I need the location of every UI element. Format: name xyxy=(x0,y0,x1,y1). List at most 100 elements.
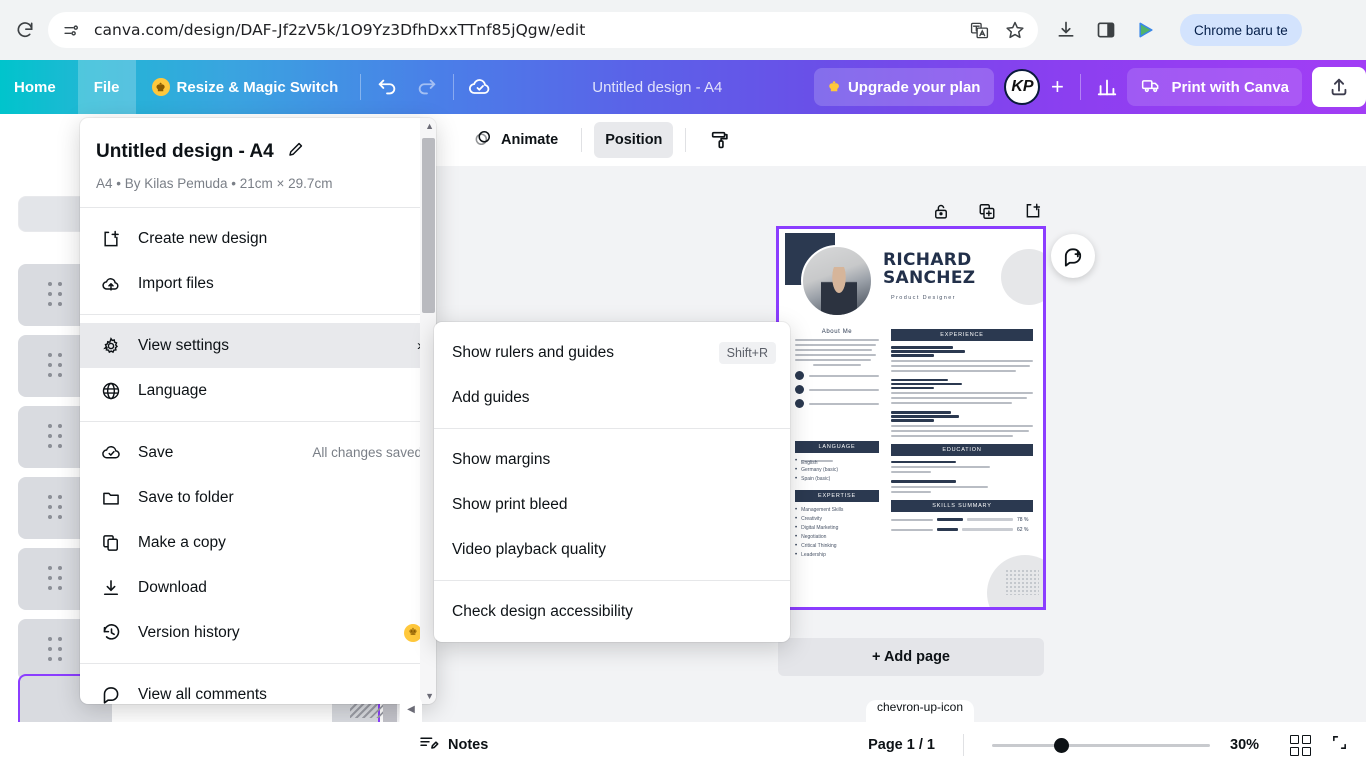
add-page-button[interactable]: + Add page xyxy=(778,638,1044,676)
menu-item-show-print-bleed[interactable]: Show print bleed xyxy=(434,482,790,527)
zoom-knob[interactable] xyxy=(1054,737,1069,753)
resume-contact-address xyxy=(795,399,879,408)
design-title[interactable]: Untitled design - A4 xyxy=(96,141,274,163)
expertise-item: Management Skills xyxy=(795,507,879,513)
add-collaborator-icon[interactable]: + xyxy=(1040,70,1074,104)
menu-item-video-playback-quality[interactable]: Video playback quality xyxy=(434,527,790,572)
print-label: Print with Canva xyxy=(1171,78,1290,96)
design-page[interactable]: RICHARD SANCHEZ Product Designer About M… xyxy=(776,226,1046,610)
print-with-canva-button[interactable]: Print with Canva xyxy=(1127,68,1303,106)
reload-icon[interactable] xyxy=(8,13,42,47)
scroll-down-icon[interactable]: ▼ xyxy=(425,691,434,701)
menu-item-view-settings[interactable]: View settings › xyxy=(80,323,436,368)
url-text: canva.com/design/DAF-Jf2zV5k/1O9Yz3DfhDx… xyxy=(94,21,586,39)
drag-handle-icon[interactable] xyxy=(48,637,64,663)
zoom-slider[interactable] xyxy=(992,737,1210,753)
submenu-label: Check design accessibility xyxy=(452,602,633,620)
position-button[interactable]: Position xyxy=(594,122,674,158)
submenu-label: Show rulers and guides xyxy=(452,343,614,361)
add-comment-icon[interactable] xyxy=(1051,234,1095,278)
menu-item-language[interactable]: Language xyxy=(80,368,436,413)
resume-contact-phone xyxy=(795,371,879,380)
menu-item-make-a-copy[interactable]: Make a copy xyxy=(80,520,436,565)
expand-notes-button[interactable]: chevron-up-icon xyxy=(866,700,974,722)
menu-item-save-to-folder[interactable]: Save to folder xyxy=(80,475,436,520)
copy-icon xyxy=(100,532,122,554)
resume-about-block[interactable]: About Me xyxy=(795,329,879,408)
drag-handle-icon[interactable] xyxy=(48,566,64,592)
menu-item-download[interactable]: Download xyxy=(80,565,436,610)
gear-icon xyxy=(100,335,122,357)
notes-button[interactable]: Notes xyxy=(418,733,488,758)
redo-icon[interactable] xyxy=(407,67,447,107)
drag-handle-icon[interactable] xyxy=(48,495,64,521)
menu-item-show-rulers-and-guides[interactable]: Show rulers and guides Shift+R xyxy=(434,330,790,375)
cloud-sync-icon[interactable] xyxy=(460,67,500,107)
resume-role[interactable]: Product Designer xyxy=(891,295,956,301)
file-menu-group-create: Create new design Import files xyxy=(80,208,436,314)
menu-item-check-design-accessibility[interactable]: Check design accessibility xyxy=(434,589,790,634)
menu-label: Language xyxy=(138,381,207,399)
document-title-top[interactable]: Untitled design - A4 xyxy=(592,79,722,96)
page-counter: Page 1 / 1 xyxy=(868,737,935,753)
menu-item-version-history[interactable]: Version history ♚ xyxy=(80,610,436,655)
language-item: Germany (basic) xyxy=(795,467,879,473)
scroll-up-icon[interactable]: ▲ xyxy=(425,121,434,131)
expertise-item: Creativity xyxy=(795,516,879,522)
menu-label: Download xyxy=(138,578,207,596)
file-menu-group-save: Save All changes saved Save to folder Ma… xyxy=(80,422,436,663)
menu-item-create-new-design[interactable]: Create new design xyxy=(80,216,436,261)
home-button[interactable]: Home xyxy=(0,60,78,114)
globe-icon xyxy=(100,380,122,402)
animate-button[interactable]: Animate xyxy=(462,122,569,158)
add-page-icon[interactable] xyxy=(1022,200,1044,222)
resume-portrait-photo[interactable] xyxy=(801,245,873,317)
duplicate-page-icon[interactable] xyxy=(976,200,998,222)
menu-item-add-guides[interactable]: Add guides xyxy=(434,375,790,420)
fullscreen-icon[interactable] xyxy=(1331,734,1348,756)
collapse-left-panel-button[interactable]: ◀ xyxy=(400,696,422,722)
bookmark-star-icon[interactable] xyxy=(1004,19,1026,41)
section-heading-experience: EXPERIENCE xyxy=(891,329,1033,341)
menu-item-save[interactable]: Save All changes saved xyxy=(80,430,436,475)
menu-item-view-all-comments[interactable]: View all comments xyxy=(80,672,436,704)
grid-view-icon[interactable] xyxy=(1290,734,1311,756)
menu-label: Create new design xyxy=(138,229,268,247)
resize-magic-switch-button[interactable]: ♚ Resize & Magic Switch xyxy=(136,60,355,114)
profile-chip[interactable]: Chrome baru te xyxy=(1180,14,1302,46)
menu-item-import-files[interactable]: Import files xyxy=(80,261,436,306)
menu-item-show-margins[interactable]: Show margins xyxy=(434,437,790,482)
file-menu-scroll-thumb[interactable] xyxy=(422,138,435,313)
drag-handle-icon[interactable] xyxy=(48,353,64,379)
file-menu-button[interactable]: File xyxy=(77,60,136,114)
site-settings-icon[interactable] xyxy=(60,19,82,41)
address-bar[interactable]: canva.com/design/DAF-Jf2zV5k/1O9Yz3DfhDx… xyxy=(48,12,1038,48)
pencil-edit-icon[interactable] xyxy=(286,140,305,164)
zoom-value[interactable]: 30% xyxy=(1230,737,1270,753)
menu-label: Version history xyxy=(138,623,240,641)
resume-contact-email xyxy=(795,385,879,394)
resume-right-column: EXPERIENCE EDUCATION SKILLS SUMMARY 78 %… xyxy=(891,329,1033,533)
share-upload-icon[interactable] xyxy=(1312,67,1366,107)
translate-icon[interactable] xyxy=(968,19,990,41)
zoom-track xyxy=(992,743,1210,747)
side-panel-icon[interactable] xyxy=(1094,18,1118,42)
menu-label: Save xyxy=(138,443,174,461)
lock-icon[interactable] xyxy=(930,200,952,222)
submenu-label: Add guides xyxy=(452,388,530,406)
undo-icon[interactable] xyxy=(367,67,407,107)
downloads-icon[interactable] xyxy=(1054,18,1078,42)
resume-name[interactable]: RICHARD SANCHEZ xyxy=(883,251,975,288)
insights-chart-icon[interactable] xyxy=(1087,67,1127,107)
expertise-item: Negotiation xyxy=(795,534,879,540)
paint-roller-icon[interactable] xyxy=(698,122,742,158)
experience-entry xyxy=(891,411,1033,437)
toolbar-divider-2 xyxy=(453,74,455,100)
phone-icon xyxy=(795,371,804,380)
upgrade-plan-button[interactable]: ♚ Upgrade your plan xyxy=(814,68,995,106)
extension-icon[interactable] xyxy=(1134,18,1158,42)
drag-handle-icon[interactable] xyxy=(48,424,64,450)
section-heading-expertise: EXPERTISE xyxy=(795,490,879,502)
drag-handle-icon[interactable] xyxy=(48,282,64,308)
avatar[interactable]: KP xyxy=(1004,69,1041,105)
